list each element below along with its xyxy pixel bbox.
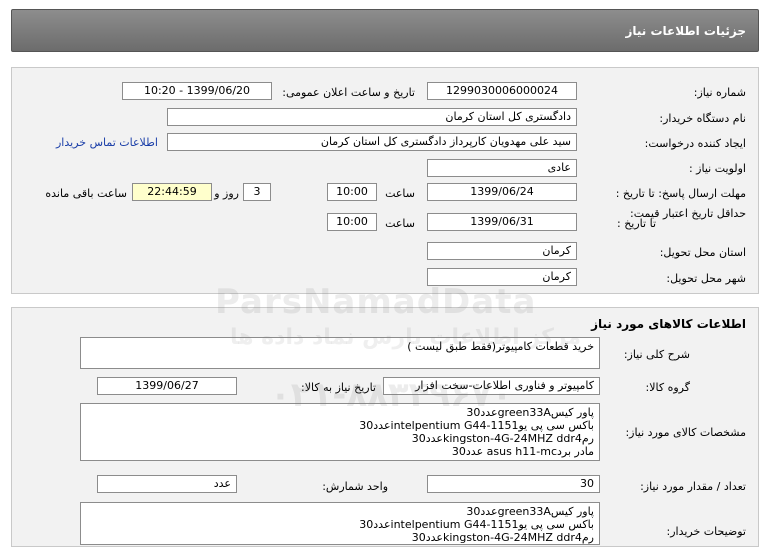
buyer-contact-link[interactable]: اطلاعات تماس خریدار — [56, 136, 158, 149]
buyer-org-field: دادگستری کل استان کرمان — [167, 108, 577, 126]
goods-section-title: اطلاعات کالاهای مورد نیاز — [591, 317, 746, 331]
announce-datetime-field: 1399/06/20 - 10:20 — [122, 82, 272, 100]
general-desc-label: شرح کلی نیاز: — [623, 348, 690, 361]
buyer-org-label: نام دستگاه خریدار: — [659, 112, 746, 125]
need-number-field: 1299030006000024 — [427, 82, 577, 100]
need-number-label: شماره نیاز: — [693, 86, 746, 99]
watermark-text: مرکز اطلاعات پارس نماد داده ها — [230, 325, 582, 350]
goods-group-label: گروه کالا: — [645, 381, 690, 394]
validity-time-field: 10:00 — [327, 213, 377, 231]
days-label: روز و — [214, 187, 239, 200]
watermark-brand: ParsNamadData — [215, 282, 537, 322]
page-title: جزئیات اطلاعات نیاز — [625, 24, 746, 38]
province-field: کرمان — [427, 242, 577, 260]
unit-label: واحد شمارش: — [322, 480, 388, 493]
deadline-date-field: 1399/06/24 — [427, 183, 577, 201]
requester-field: سید علی مهدویان کارپرداز دادگستری کل است… — [167, 133, 577, 151]
watermark-phone: ۰۲۱-۸۸۳۴۹۶۷۰ — [270, 375, 513, 415]
priority-field: عادی — [427, 159, 577, 177]
announce-label: تاریخ و ساعت اعلان عمومی: — [282, 86, 415, 99]
validity-time-label: ساعت — [385, 217, 415, 230]
page-header: جزئیات اطلاعات نیاز — [11, 9, 759, 52]
city-label: شهر محل تحویل: — [666, 272, 746, 285]
remaining-time-field: 22:44:59 — [132, 183, 212, 201]
requester-label: ایجاد کننده درخواست: — [644, 137, 746, 150]
validity-to-label: تا تاریخ : — [617, 217, 656, 230]
goods-spec-label: مشخصات کالای مورد نیاز: — [625, 426, 746, 439]
buyer-notes-field: پاور کیسgreen33Aعدد30 باکس سی پی یوintel… — [80, 502, 600, 545]
deadline-time-field: 10:00 — [327, 183, 377, 201]
buyer-notes-label: توضیحات خریدار: — [666, 525, 747, 538]
quantity-label: تعداد / مقدار مورد نیاز: — [640, 480, 746, 493]
deadline-time-label: ساعت — [385, 187, 415, 200]
priority-label: اولویت نیاز : — [688, 162, 746, 175]
need-info-panel — [11, 67, 759, 294]
province-label: استان محل تحویل: — [659, 246, 746, 259]
days-remaining-field: 3 — [243, 183, 271, 201]
buyer-contact-link-text: اطلاعات تماس خریدار — [56, 136, 158, 149]
need-date-field: 1399/06/27 — [97, 377, 237, 395]
validity-date-field: 1399/06/31 — [427, 213, 577, 231]
remaining-label: ساعت باقی مانده — [45, 187, 127, 200]
deadline-label: مهلت ارسال پاسخ: تا تاریخ : — [615, 187, 746, 200]
unit-field: عدد — [97, 475, 237, 493]
quantity-field: 30 — [427, 475, 600, 493]
